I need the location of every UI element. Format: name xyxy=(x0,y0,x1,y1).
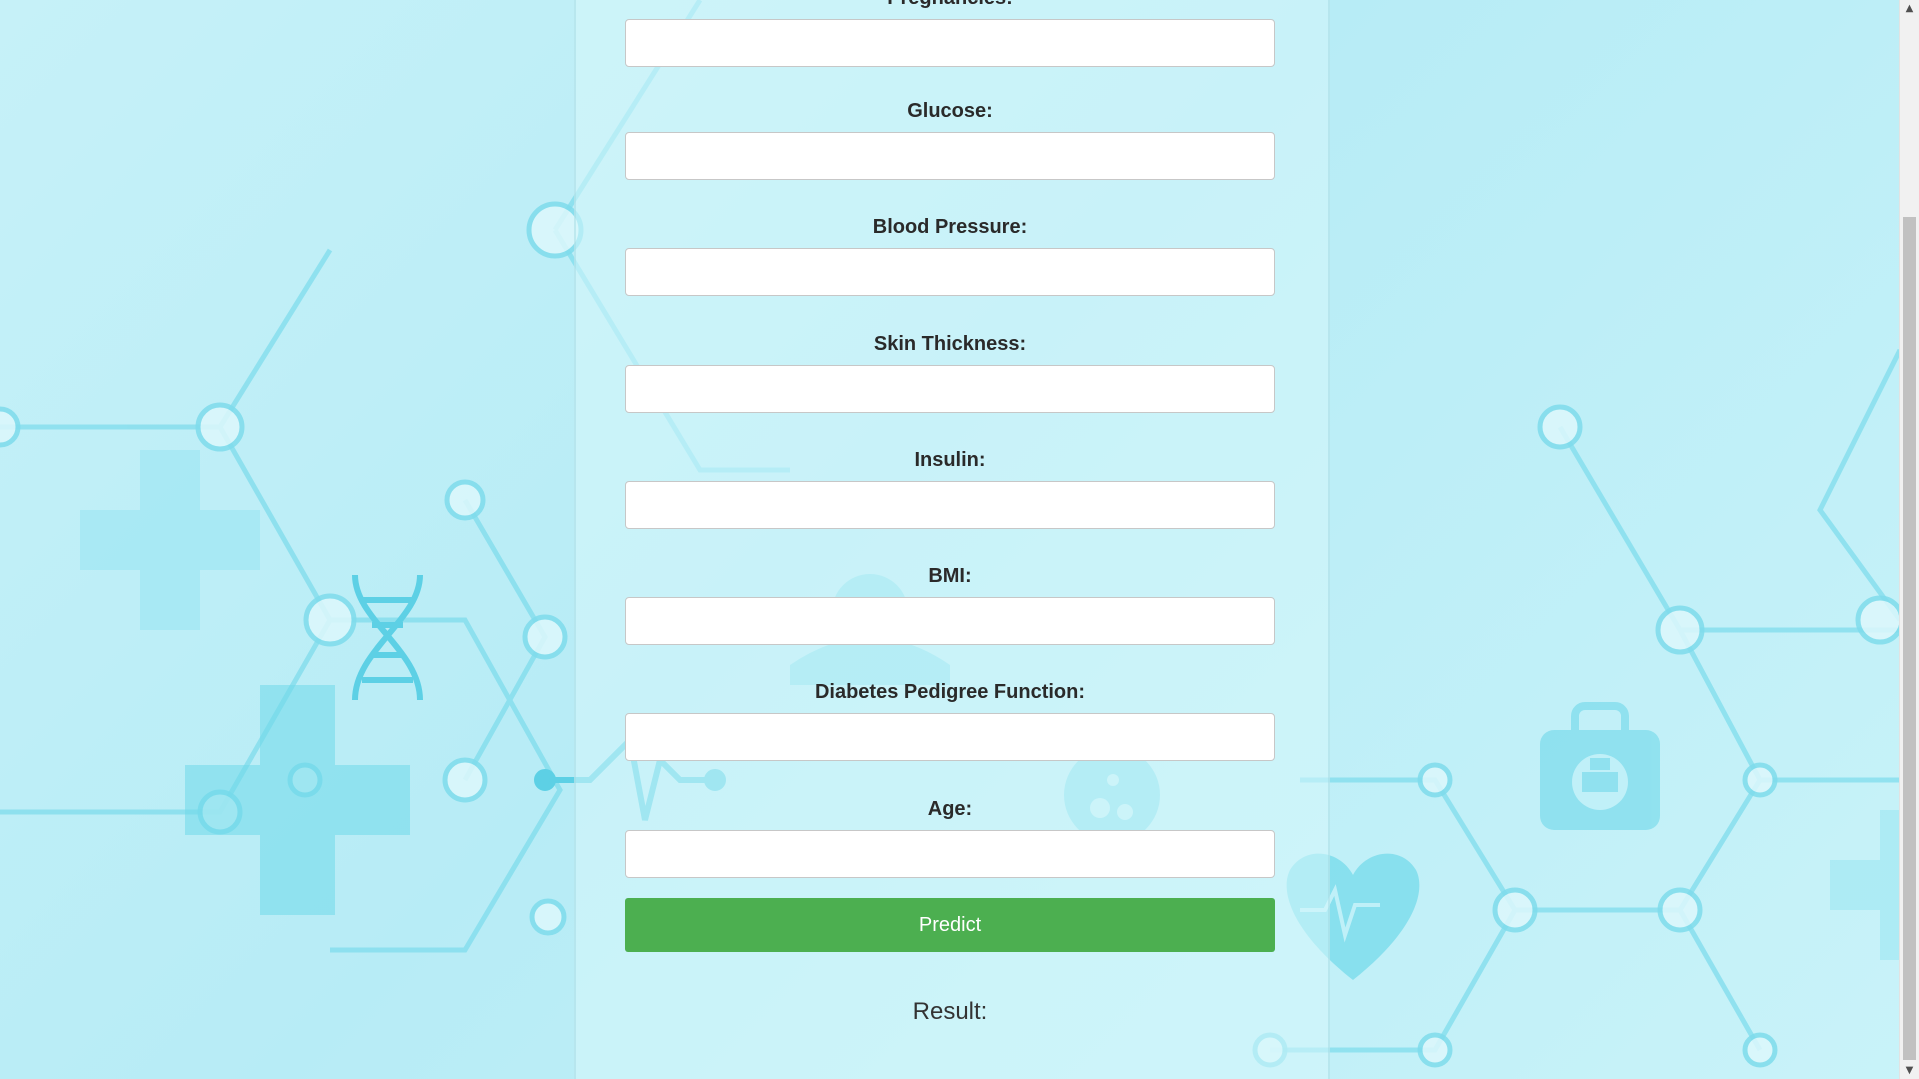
field-pregnancies: Pregnancies: xyxy=(625,0,1275,67)
page: Pregnancies: Glucose: Blood Pressure: Sk… xyxy=(0,0,1919,1079)
predict-button[interactable]: Predict xyxy=(625,898,1275,952)
blood-pressure-label: Blood Pressure: xyxy=(872,216,1028,238)
skin-thickness-input[interactable] xyxy=(625,365,1275,413)
blood-pressure-input[interactable] xyxy=(625,248,1275,296)
pregnancies-label: Pregnancies: xyxy=(625,0,1275,10)
bmi-label: BMI: xyxy=(928,565,972,587)
skin-thickness-label: Skin Thickness: xyxy=(873,333,1027,355)
glucose-label: Glucose: xyxy=(907,100,993,122)
vertical-scrollbar[interactable]: ▲ ▼ xyxy=(1899,0,1919,1079)
result-label: Result: xyxy=(912,998,988,1025)
glucose-input[interactable] xyxy=(625,132,1275,180)
diabetes-pedigree-function-label: Diabetes Pedigree Function: xyxy=(814,681,1086,703)
field-age: Age: xyxy=(625,797,1275,878)
pregnancies-input[interactable] xyxy=(625,19,1275,67)
field-bmi: BMI: xyxy=(625,564,1275,645)
scroll-up-icon[interactable]: ▲ xyxy=(1900,0,1919,17)
insulin-label: Insulin: xyxy=(914,449,986,471)
field-blood-pressure: Blood Pressure: xyxy=(625,215,1275,296)
field-skin-thickness: Skin Thickness: xyxy=(625,332,1275,413)
scroll-down-icon[interactable]: ▼ xyxy=(1900,1062,1919,1079)
scrollbar-thumb[interactable] xyxy=(1903,217,1916,1060)
age-input[interactable] xyxy=(625,830,1275,878)
field-diabetes-pedigree-function: Diabetes Pedigree Function: xyxy=(625,680,1275,761)
dna-icon xyxy=(352,574,423,701)
age-label: Age: xyxy=(927,798,973,820)
diabetes-pedigree-function-input[interactable] xyxy=(625,713,1275,761)
field-insulin: Insulin: xyxy=(625,448,1275,529)
medical-kit-icon xyxy=(1540,702,1660,830)
field-glucose: Glucose: xyxy=(625,99,1275,180)
bmi-input[interactable] xyxy=(625,597,1275,645)
insulin-input[interactable] xyxy=(625,481,1275,529)
